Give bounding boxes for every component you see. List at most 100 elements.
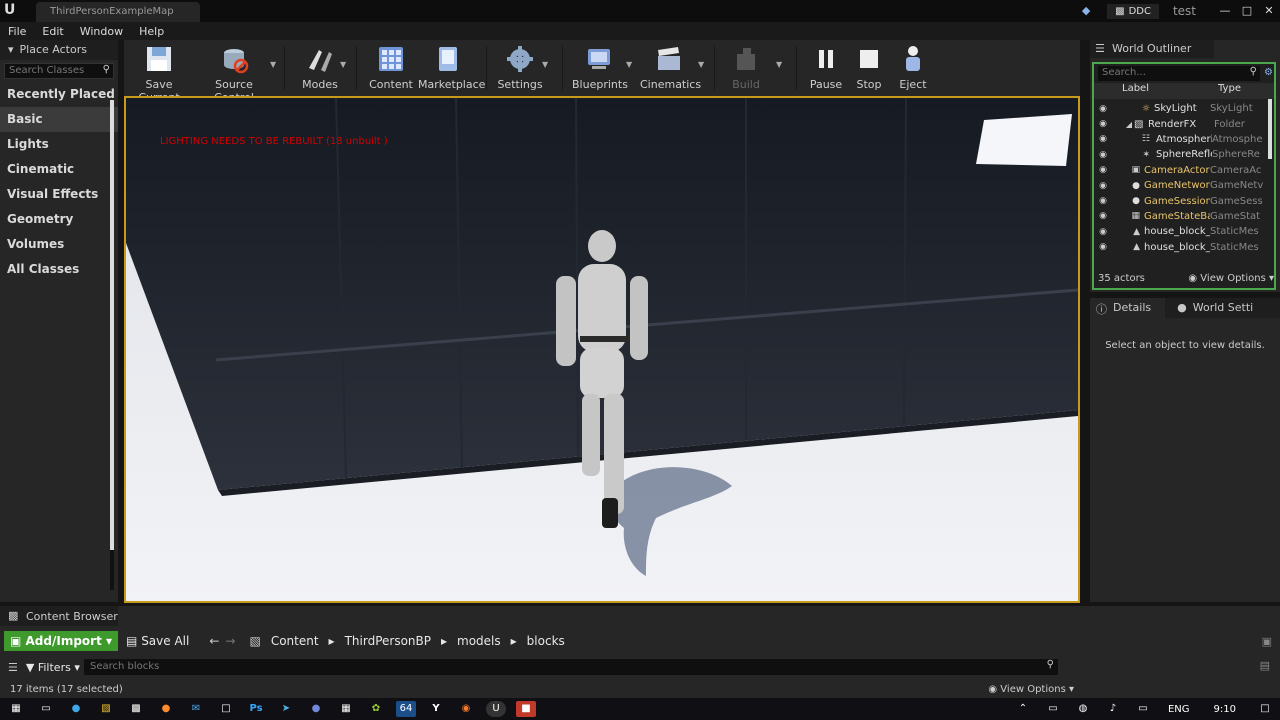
stop-button[interactable]: Stop <box>850 44 888 91</box>
outliner-row-gamenetwork[interactable]: ◉ ● GameNetworkIGameNetv <box>1094 178 1274 193</box>
windows-start-icon[interactable]: ▦ <box>6 701 26 717</box>
category-volumes[interactable]: Volumes <box>0 232 118 257</box>
visibility-eye-icon[interactable]: ◉ <box>1094 196 1112 206</box>
cinematics-button[interactable]: Cinematics <box>640 44 701 91</box>
save-search-icon[interactable]: ▤ <box>1260 659 1270 672</box>
breadcrumb-content[interactable]: Content <box>271 634 319 648</box>
tab-details[interactable]: ⓘ Details <box>1090 298 1166 318</box>
firefox-icon[interactable]: ● <box>156 701 176 717</box>
edge-browser-icon[interactable]: ● <box>66 701 86 717</box>
photoshop-icon[interactable]: Ps <box>246 701 266 717</box>
category-lights[interactable]: Lights <box>0 132 118 157</box>
column-type-header[interactable]: Type <box>1218 83 1241 99</box>
pause-button[interactable]: Pause <box>806 44 846 91</box>
settings-button[interactable]: Settings <box>496 44 544 91</box>
ddc-indicator[interactable]: ▩ DDC <box>1107 3 1159 19</box>
category-geometry[interactable]: Geometry <box>0 207 118 232</box>
file-explorer-icon[interactable]: ▧ <box>96 701 116 717</box>
visibility-eye-icon[interactable]: ◉ <box>1094 181 1112 191</box>
outliner-row-atmospheric[interactable]: ◉ ☷ AtmosphericAtmosphe <box>1094 132 1274 147</box>
eject-button[interactable]: Eject <box>894 44 932 91</box>
modes-caret-icon[interactable]: ▼ <box>340 60 346 69</box>
visibility-eye-icon[interactable]: ◉ <box>1094 104 1112 114</box>
visibility-eye-icon[interactable]: ◉ <box>1094 242 1112 252</box>
search-icon[interactable]: ⚲ <box>1047 659 1054 670</box>
build-button[interactable]: Build <box>724 44 768 91</box>
chevron-right-icon[interactable]: ▸ <box>511 634 517 648</box>
save-current-button[interactable]: Save Current <box>130 44 188 104</box>
search-classes-input[interactable]: Search Classes ⚲ <box>4 63 114 79</box>
menu-window[interactable]: Window <box>72 25 131 38</box>
column-label-header[interactable]: Label <box>1094 83 1218 99</box>
category-recently-placed[interactable]: Recently Placed <box>0 82 118 107</box>
place-actors-scrollbar[interactable] <box>110 100 114 590</box>
yandex-icon[interactable]: Y <box>426 701 446 717</box>
visibility-eye-icon[interactable]: ◉ <box>1094 211 1112 221</box>
minimize-icon[interactable]: — <box>1214 2 1236 20</box>
add-import-button[interactable]: ▣ Add/Import ▾ <box>4 631 119 651</box>
network-icon[interactable]: ◍ <box>1073 701 1093 717</box>
marketplace-button[interactable]: Marketplace <box>418 44 485 91</box>
app-icon[interactable]: ✿ <box>366 701 386 717</box>
category-all-classes[interactable]: All Classes <box>0 257 118 282</box>
visibility-eye-icon[interactable]: ◉ <box>1094 119 1112 129</box>
category-visual-effects[interactable]: Visual Effects <box>0 182 118 207</box>
breadcrumb-blocks[interactable]: blocks <box>527 634 565 648</box>
back-arrow-icon[interactable]: ← <box>209 634 219 648</box>
outliner-row-house-block[interactable]: ◉ ▲ house_block_c StaticMes <box>1094 224 1274 239</box>
level-viewport[interactable]: LIGHTING NEEDS TO BE REBUILT (18 unbuilt… <box>124 96 1080 603</box>
visibility-eye-icon[interactable]: ◉ <box>1094 134 1112 144</box>
menu-edit[interactable]: Edit <box>34 25 71 38</box>
outliner-search-input[interactable]: Search... ⚲ <box>1098 66 1260 81</box>
visibility-eye-icon[interactable]: ◉ <box>1094 150 1112 160</box>
category-basic[interactable]: Basic <box>0 107 118 132</box>
close-icon[interactable]: ✕ <box>1258 2 1280 20</box>
modes-button[interactable]: Modes <box>296 44 344 91</box>
filters-button[interactable]: ▼ Filters ▾ <box>26 661 80 674</box>
battery-icon[interactable]: ▭ <box>1133 701 1153 717</box>
place-actors-tab[interactable]: ▾ Place Actors <box>0 40 118 60</box>
category-cinematic[interactable]: Cinematic <box>0 157 118 182</box>
chevron-right-icon[interactable]: ▸ <box>329 634 335 648</box>
outliner-row-gamestatebase[interactable]: ◉ ▦ GameStateBasGameStat <box>1094 209 1274 224</box>
tray-device-icon[interactable]: ▭ <box>1043 701 1063 717</box>
visibility-eye-icon[interactable]: ◉ <box>1094 227 1112 237</box>
save-all-button[interactable]: ▤ Save All <box>126 634 189 648</box>
build-caret-icon[interactable]: ▼ <box>776 60 782 69</box>
view-options-button[interactable]: ◉ View Options ▾ <box>1188 273 1274 284</box>
cb-view-options-button[interactable]: ◉ View Options ▾ <box>988 684 1074 695</box>
map-tab[interactable]: ThirdPersonExampleMap <box>36 2 200 22</box>
tab-world-settings[interactable]: ● World Setti <box>1165 298 1257 318</box>
telegram-icon[interactable]: ➤ <box>276 701 296 717</box>
outliner-row-spherereflection[interactable]: ◉ ✶ SphereRefle SphereRe <box>1094 147 1274 162</box>
forward-arrow-icon[interactable]: → <box>225 634 235 648</box>
cinematics-caret-icon[interactable]: ▼ <box>698 60 704 69</box>
task-view-icon[interactable]: ▭ <box>36 701 56 717</box>
volume-icon[interactable]: ♪ <box>1103 701 1123 717</box>
blueprints-button[interactable]: Blueprints <box>572 44 628 91</box>
breadcrumb-thirdpersonbp[interactable]: ThirdPersonBP <box>345 634 431 648</box>
outliner-row-renderfx[interactable]: ◉ ◢ ▧ RenderFX Folder <box>1094 116 1274 131</box>
unreal-engine-icon[interactable]: U <box>486 701 506 717</box>
content-search-input[interactable]: Search blocks ⚲ <box>84 659 1058 675</box>
outliner-scrollbar[interactable] <box>1268 99 1272 159</box>
maximize-icon[interactable]: □ <box>1236 2 1258 20</box>
sources-toggle-icon[interactable]: ☰ <box>8 661 18 674</box>
outliner-options-icon[interactable]: ⚙ <box>1264 67 1273 78</box>
menu-file[interactable]: File <box>0 25 34 38</box>
document-icon[interactable]: □ <box>216 701 236 717</box>
content-browser-tab[interactable]: ▩ Content Browser <box>0 606 118 626</box>
clock[interactable]: 9:10 <box>1214 704 1236 715</box>
outliner-row-skylight[interactable]: ◉ ☼ SkyLight SkyLight <box>1094 101 1274 116</box>
outliner-row-cameraactor[interactable]: ◉ ▣ CameraActor CameraAc <box>1094 163 1274 178</box>
store-icon[interactable]: ▩ <box>126 701 146 717</box>
mail-icon[interactable]: ✉ <box>186 701 206 717</box>
search-icon[interactable]: ⚲ <box>1250 66 1257 77</box>
settings-caret-icon[interactable]: ▼ <box>542 60 548 69</box>
lock-icon[interactable]: ▣ <box>1262 635 1272 648</box>
discord-icon[interactable]: ● <box>306 701 326 717</box>
notifications-icon[interactable]: □ <box>1255 701 1275 717</box>
tray-chevron-up-icon[interactable]: ⌃ <box>1013 701 1033 717</box>
content-button[interactable]: Content <box>368 44 414 91</box>
blender-icon[interactable]: ◉ <box>456 701 476 717</box>
